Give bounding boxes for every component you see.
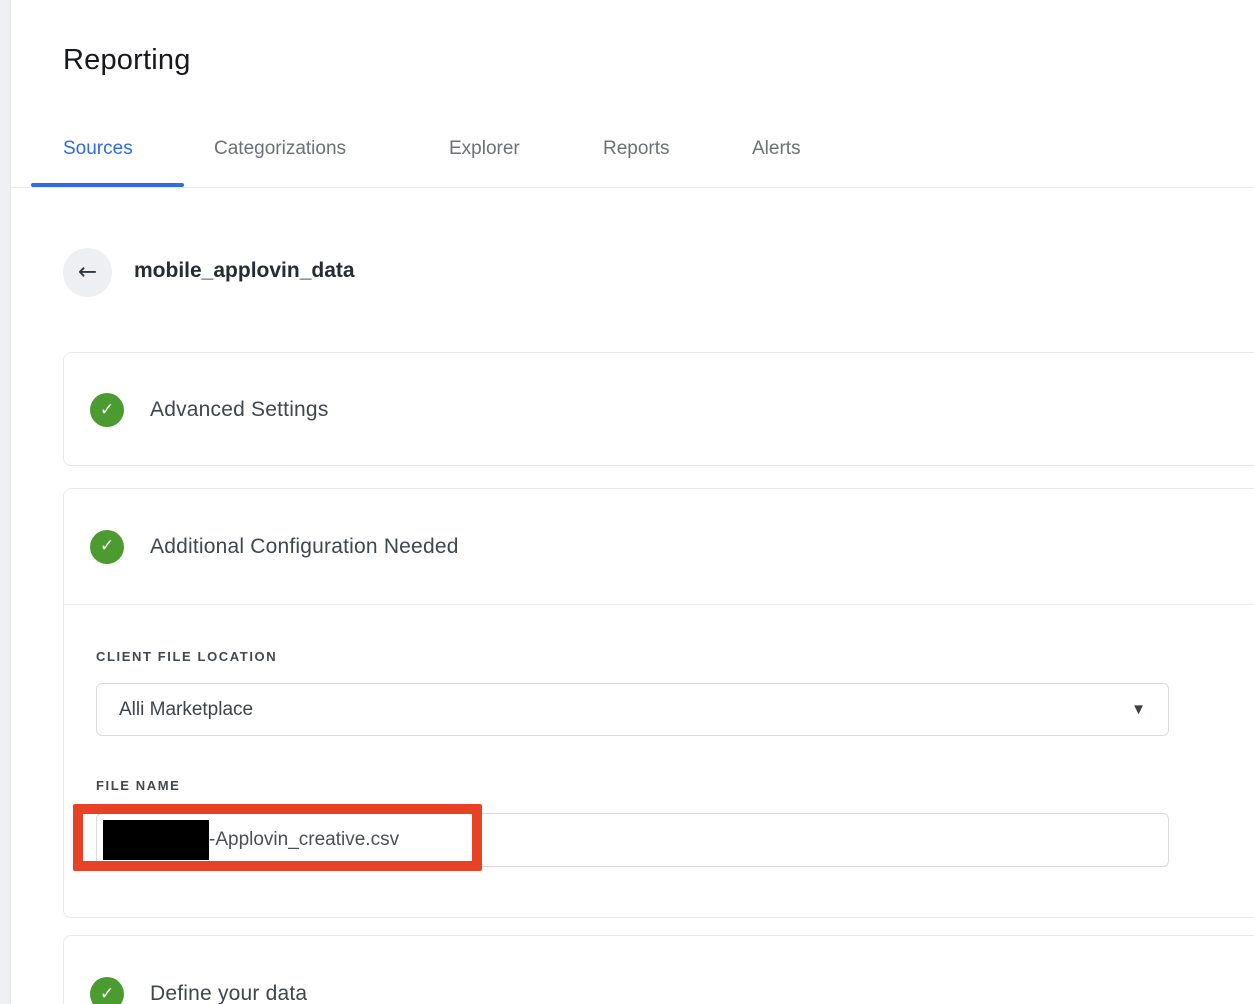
status-complete-badge: ✓ <box>90 529 124 564</box>
section-define-your-data[interactable]: ✓ Define your data <box>63 935 1254 1004</box>
section-header[interactable]: ✓ Additional Configuration Needed <box>64 489 1254 605</box>
file-name-value: -Applovin_creative.csv <box>209 829 400 850</box>
tab-sources[interactable]: Sources <box>63 138 133 160</box>
section-additional-configuration: ✓ Additional Configuration Needed CLIENT… <box>63 488 1254 918</box>
left-rail <box>0 0 11 1004</box>
section-title: Advanced Settings <box>150 398 329 421</box>
status-complete-badge: ✓ <box>90 977 124 1004</box>
tab-explorer[interactable]: Explorer <box>449 138 520 160</box>
tab-alerts[interactable]: Alerts <box>752 138 801 160</box>
check-icon: ✓ <box>99 399 115 420</box>
section-header: ✓ Advanced Settings <box>64 353 1254 467</box>
section-title: Define your data <box>150 982 308 1004</box>
tab-reports[interactable]: Reports <box>603 138 670 160</box>
client-file-location-label: CLIENT FILE LOCATION <box>96 649 278 664</box>
file-name-label: FILE NAME <box>96 778 181 793</box>
tabs-divider <box>11 187 1254 188</box>
chevron-down-icon: ▼ <box>1131 701 1146 718</box>
redacted-text-block <box>103 820 209 860</box>
status-complete-badge: ✓ <box>90 393 124 427</box>
tab-categorizations[interactable]: Categorizations <box>214 138 346 160</box>
back-button[interactable]: ← <box>63 248 112 297</box>
arrow-left-icon: ← <box>77 259 98 285</box>
file-name-input[interactable]: -Applovin_creative.csv <box>96 813 1169 867</box>
page-title: Reporting <box>63 44 191 76</box>
section-advanced-settings[interactable]: ✓ Advanced Settings <box>63 352 1254 466</box>
section-title: Additional Configuration Needed <box>150 534 459 558</box>
check-icon: ✓ <box>99 983 115 1004</box>
check-icon: ✓ <box>99 536 115 556</box>
client-file-location-value: Alli Marketplace <box>119 698 254 720</box>
source-name: mobile_applovin_data <box>134 259 355 282</box>
section-header: ✓ Define your data <box>64 936 1254 1004</box>
client-file-location-select[interactable]: Alli Marketplace ▼ <box>96 683 1169 736</box>
reporting-page: Reporting Sources Categorizations Explor… <box>0 0 1254 1004</box>
